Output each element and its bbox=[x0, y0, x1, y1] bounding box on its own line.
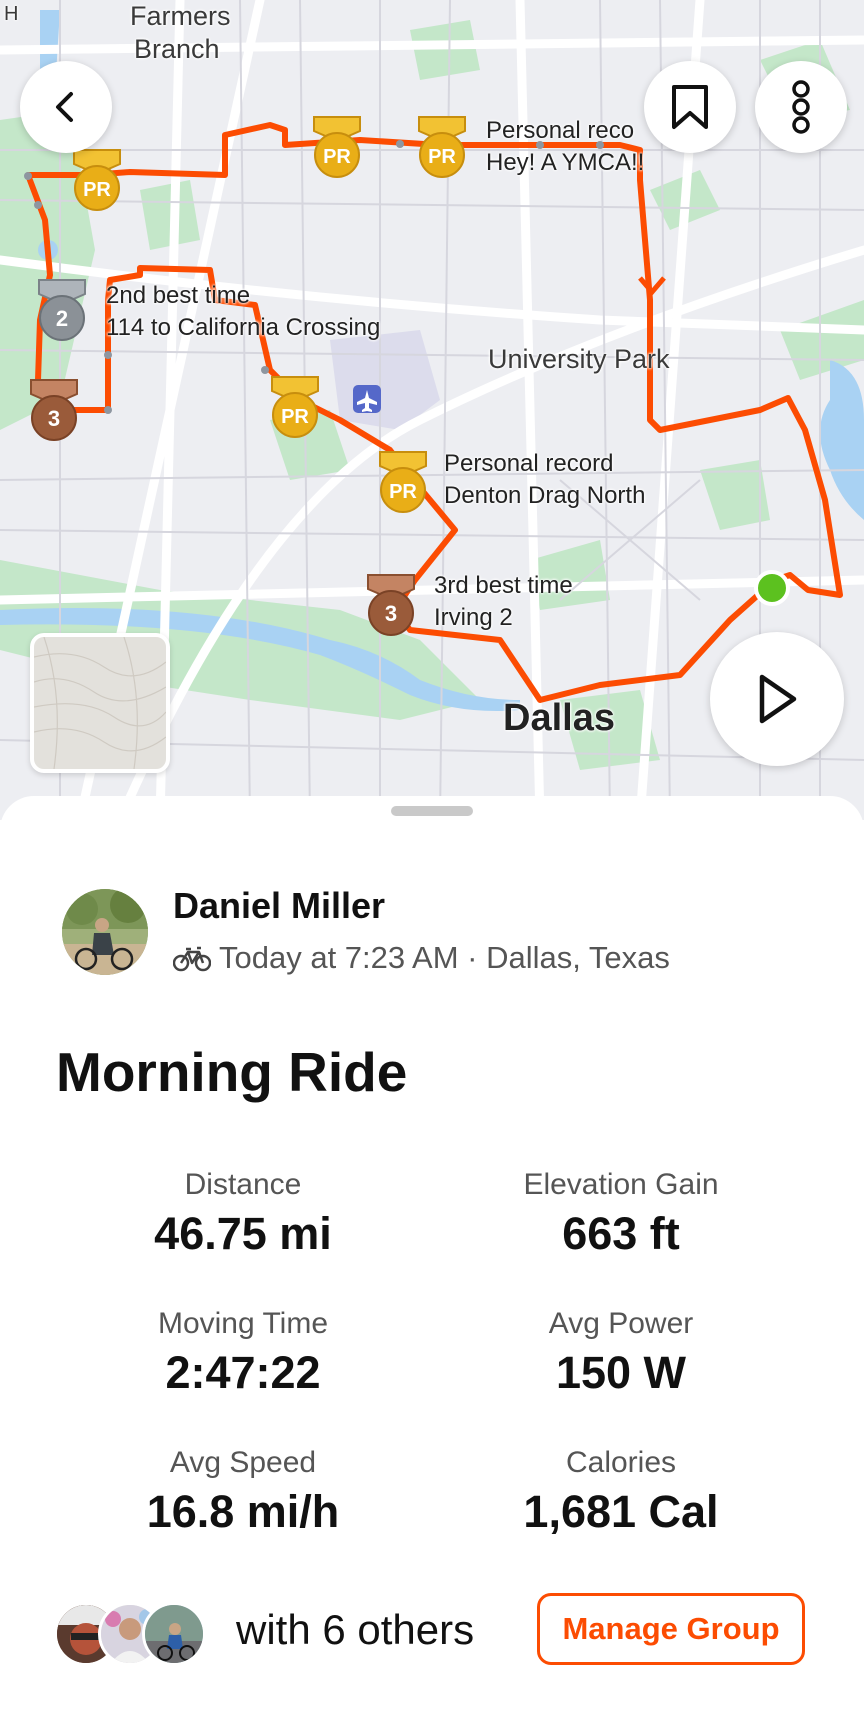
svg-text:PR: PR bbox=[389, 481, 417, 503]
map-place-label: Branch bbox=[134, 34, 220, 64]
svg-text:PR: PR bbox=[281, 406, 309, 428]
map-city-label: Dallas bbox=[503, 697, 615, 739]
stat-value: 150 W bbox=[555, 1347, 687, 1398]
stat-value: 2:47:22 bbox=[165, 1347, 321, 1398]
map-style-button[interactable] bbox=[30, 633, 170, 773]
bicycle-icon bbox=[173, 946, 211, 972]
map-place-label: University Park bbox=[488, 344, 670, 374]
pr-badge[interactable]: PR bbox=[268, 375, 322, 439]
map-place-label: Farmers bbox=[130, 1, 231, 31]
more-options-button[interactable] bbox=[755, 61, 847, 153]
stat-label: Elevation Gain bbox=[523, 1168, 719, 1201]
stat-label: Moving Time bbox=[157, 1307, 329, 1340]
activity-meta: Today at 7:23 AM · Dallas, Texas bbox=[173, 940, 670, 976]
segment-name: Irving 2 bbox=[434, 604, 513, 631]
stat-value: 16.8 mi/h bbox=[146, 1486, 340, 1537]
segment-name: Denton Drag North bbox=[444, 482, 646, 509]
segment-title: Personal reco bbox=[486, 117, 635, 144]
stat-value: 46.75 mi bbox=[154, 1208, 332, 1259]
group-others-text[interactable]: with 6 others bbox=[236, 1606, 474, 1654]
svg-text:3: 3 bbox=[385, 601, 397, 626]
group-avatars[interactable] bbox=[54, 1602, 206, 1666]
svg-text:PR: PR bbox=[83, 179, 111, 201]
pr-badge[interactable]: PR bbox=[376, 450, 430, 514]
bronze-medal-badge[interactable]: 3 bbox=[364, 573, 418, 637]
route-map[interactable]: PR PR PR 2 3 PR PR 3 H Farmers Branch Un… bbox=[0, 0, 864, 820]
play-icon bbox=[759, 674, 797, 724]
back-button[interactable] bbox=[20, 61, 112, 153]
silver-medal-badge[interactable]: 2 bbox=[35, 278, 89, 342]
avatar-photo bbox=[62, 889, 148, 975]
activity-title: Morning Ride bbox=[56, 1041, 408, 1103]
more-vertical-icon bbox=[792, 80, 810, 134]
pr-badge[interactable]: PR bbox=[70, 148, 124, 212]
segment-name: Hey! A YMCA!! bbox=[486, 149, 645, 176]
stat-calories: Calories 1,681 Cal bbox=[431, 1443, 811, 1541]
stat-elevation-gain: Elevation Gain 663 ft bbox=[431, 1165, 811, 1263]
sheet-drag-handle[interactable] bbox=[391, 806, 473, 816]
stat-value: 1,681 Cal bbox=[523, 1486, 719, 1537]
segment-title: Personal record bbox=[444, 450, 614, 477]
terrain-thumbnail bbox=[34, 637, 166, 769]
pr-badge[interactable]: PR bbox=[415, 115, 469, 179]
avatar-photo bbox=[145, 1605, 203, 1663]
svg-text:PR: PR bbox=[428, 146, 456, 168]
svg-text:2: 2 bbox=[56, 306, 68, 331]
group-member-avatar bbox=[142, 1602, 206, 1666]
play-flyover-button[interactable] bbox=[710, 632, 844, 766]
stat-label: Avg Speed bbox=[169, 1446, 317, 1479]
map-corner-label: H bbox=[4, 3, 19, 25]
activity-meta-text: Today at 7:23 AM · Dallas, Texas bbox=[219, 940, 670, 975]
stat-label: Avg Power bbox=[548, 1307, 694, 1340]
athlete-avatar[interactable] bbox=[62, 889, 148, 975]
bookmark-icon bbox=[672, 85, 708, 129]
bookmark-button[interactable] bbox=[644, 61, 736, 153]
start-marker bbox=[754, 570, 790, 606]
svg-text:PR: PR bbox=[323, 146, 351, 168]
athlete-name[interactable]: Daniel Miller bbox=[173, 885, 385, 927]
stat-label: Distance bbox=[184, 1168, 302, 1201]
svg-text:3: 3 bbox=[48, 406, 60, 431]
bronze-medal-badge[interactable]: 3 bbox=[27, 378, 81, 442]
segment-title: 2nd best time bbox=[106, 282, 251, 309]
stat-avg-speed: Avg Speed 16.8 mi/h bbox=[53, 1443, 433, 1541]
stat-moving-time: Moving Time 2:47:22 bbox=[53, 1304, 433, 1402]
pr-badge[interactable]: PR bbox=[310, 115, 364, 179]
chevron-left-icon bbox=[56, 92, 73, 122]
stat-label: Calories bbox=[565, 1446, 677, 1479]
stat-distance: Distance 46.75 mi bbox=[53, 1165, 433, 1263]
stat-avg-power: Avg Power 150 W bbox=[431, 1304, 811, 1402]
stat-value: 663 ft bbox=[562, 1208, 680, 1259]
manage-group-button[interactable]: Manage Group bbox=[537, 1593, 805, 1665]
segment-title: 3rd best time bbox=[434, 572, 573, 599]
segment-name: 114 to California Crossing bbox=[106, 314, 381, 341]
